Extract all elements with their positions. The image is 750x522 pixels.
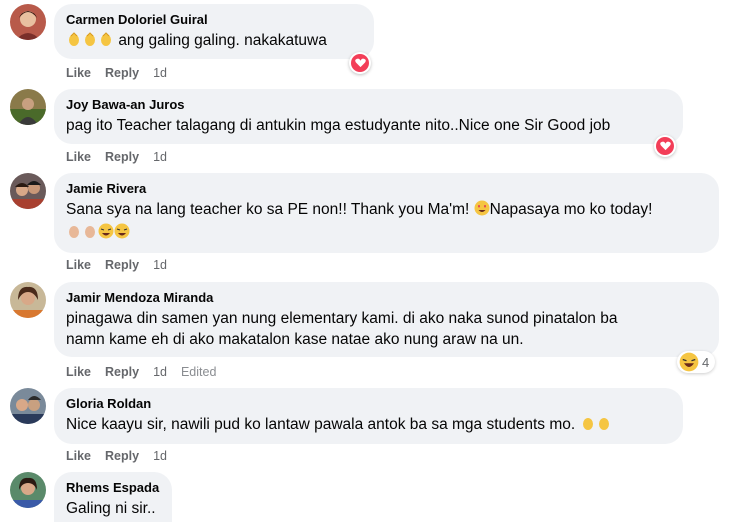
avatar[interactable]	[10, 388, 46, 424]
comment-text: Nice kaayu sir, nawili pud ko lantaw paw…	[66, 414, 671, 435]
reply-button[interactable]: Reply	[105, 149, 139, 165]
timestamp[interactable]: 1d	[153, 364, 167, 380]
comment-text: ang galing galing. nakakatuwa	[66, 30, 362, 51]
clap-emoji-icon	[85, 226, 95, 238]
emoji-row	[66, 223, 707, 241]
clap-emoji-icon	[598, 418, 609, 430]
timestamp[interactable]: 1d	[153, 257, 167, 273]
comment-actions: Like Reply 1d	[66, 257, 181, 273]
comment-author[interactable]: Jamir Mendoza Miranda	[66, 290, 707, 306]
heart-eyes-emoji-icon	[474, 200, 490, 216]
comment-actions: Like Reply 1d	[66, 149, 181, 165]
avatar[interactable]	[10, 282, 46, 318]
comment-author[interactable]: Joy Bawa-an Juros	[66, 97, 671, 113]
timestamp[interactable]: 1d	[153, 448, 167, 464]
comment-text: pinagawa din samen yan nung elementary k…	[66, 310, 618, 348]
heart-reaction-icon[interactable]	[654, 135, 676, 157]
comment-actions: Like Reply 1d	[66, 65, 181, 81]
timestamp[interactable]: 1d	[153, 65, 167, 81]
laughing-emoji-icon	[114, 223, 130, 239]
like-button[interactable]: Like	[66, 65, 91, 81]
comment-author[interactable]: Jamie Rivera	[66, 181, 707, 197]
reply-button[interactable]: Reply	[105, 257, 139, 273]
laughing-emoji-icon	[98, 223, 114, 239]
clap-emoji-icon	[582, 418, 593, 430]
comment-bubble: Joy Bawa-an Juros pag ito Teacher talaga…	[54, 89, 683, 144]
reaction-count[interactable]: 4	[677, 351, 716, 373]
timestamp[interactable]: 1d	[153, 149, 167, 165]
comment-bubble: Jamie Rivera Sana sya na lang teacher ko…	[54, 173, 719, 253]
comment-actions: Like Reply 1d Edited	[66, 364, 230, 380]
edited-label: Edited	[180, 365, 217, 379]
comment-text: pag ito Teacher talagang di antukin mga …	[66, 117, 611, 134]
comment-author[interactable]: Gloria Roldan	[66, 396, 671, 412]
avatar[interactable]	[10, 89, 46, 125]
comment-text: Galing ni sir..	[66, 500, 156, 517]
laughing-emoji-icon	[679, 352, 699, 372]
avatar[interactable]	[10, 173, 46, 209]
reply-button[interactable]: Reply	[105, 364, 139, 380]
comment-bubble: Gloria Roldan Nice kaayu sir, nawili pud…	[54, 388, 683, 444]
clap-emoji-icon	[66, 32, 118, 49]
comment-bubble: Jamir Mendoza Miranda pinagawa din samen…	[54, 282, 719, 357]
reply-button[interactable]: Reply	[105, 65, 139, 81]
avatar[interactable]	[10, 472, 46, 508]
comment-text: Sana sya na lang teacher ko sa PE non!! …	[66, 200, 653, 218]
avatar[interactable]	[10, 4, 46, 40]
reply-button[interactable]: Reply	[105, 448, 139, 464]
comment-bubble: Rhems Espada Galing ni sir..	[54, 472, 172, 522]
like-button[interactable]: Like	[66, 149, 91, 165]
comment-bubble: Carmen Doloriel Guiral ang galing galing…	[54, 4, 374, 59]
comment-author[interactable]: Rhems Espada	[66, 480, 160, 496]
heart-reaction-icon[interactable]	[349, 52, 371, 74]
like-button[interactable]: Like	[66, 448, 91, 464]
like-button[interactable]: Like	[66, 364, 91, 380]
like-button[interactable]: Like	[66, 257, 91, 273]
comment-actions: Like Reply 1d	[66, 448, 181, 464]
comment-author[interactable]: Carmen Doloriel Guiral	[66, 12, 362, 28]
clap-emoji-icon	[69, 226, 79, 238]
